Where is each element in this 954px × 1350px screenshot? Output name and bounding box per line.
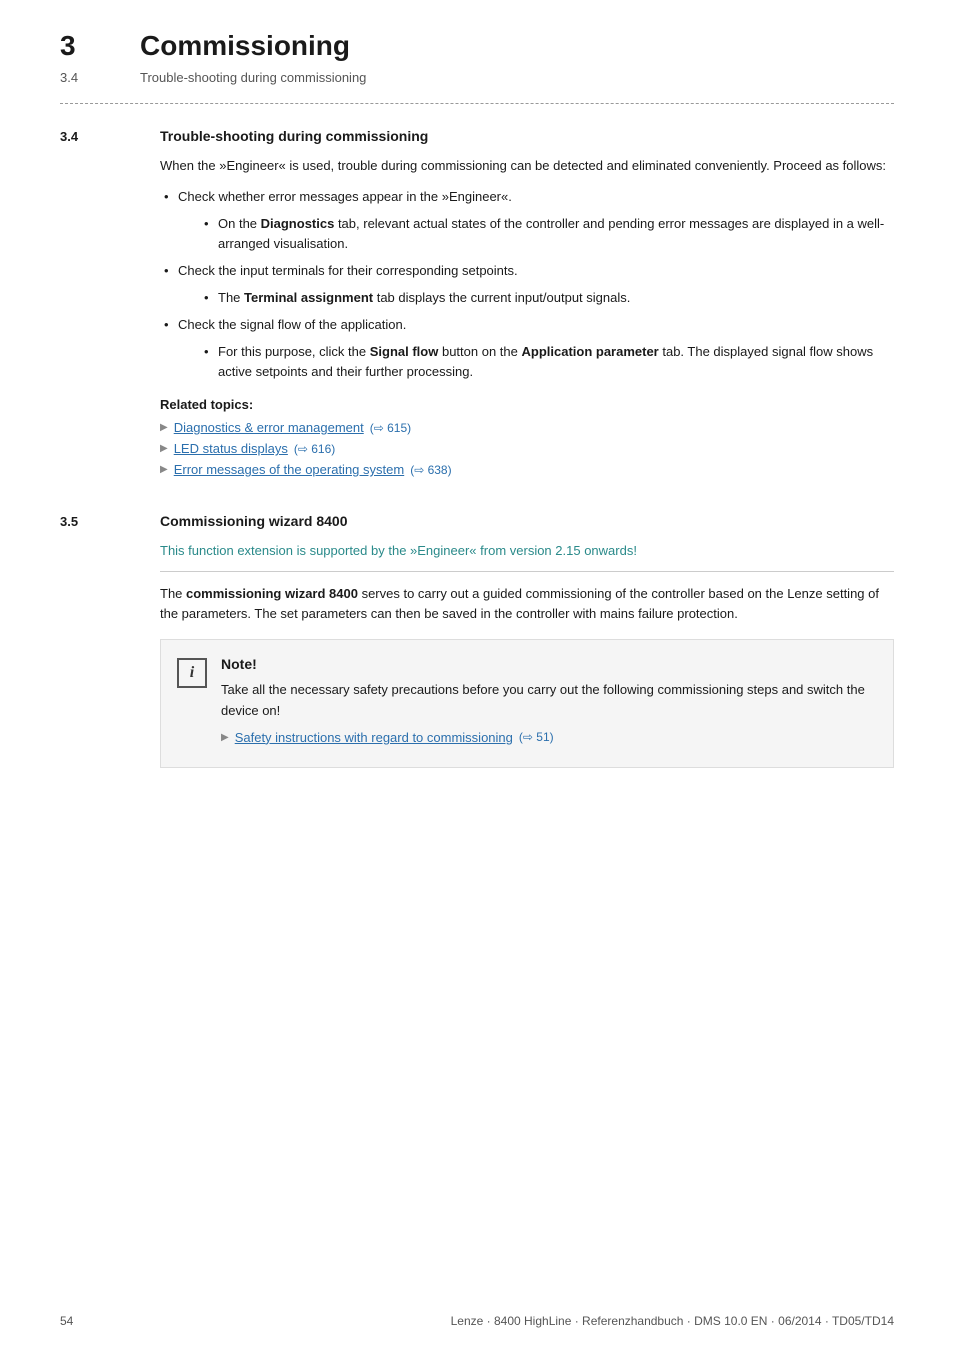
- sub-title-header: Trouble-shooting during commissioning: [140, 70, 366, 85]
- link-led-status[interactable]: LED status displays: [174, 441, 288, 456]
- bullet-3-text: Check the signal flow of the application…: [178, 317, 406, 332]
- sub-bullet-2-1-text: The Terminal assignment tab displays the…: [218, 290, 630, 305]
- info-box: i Note! Take all the necessary safety pr…: [160, 639, 894, 768]
- section-34: 3.4 Trouble-shooting during commissionin…: [60, 128, 894, 483]
- section-divider: [60, 103, 894, 104]
- chapter-title: Commissioning: [140, 30, 350, 62]
- info-icon: i: [177, 658, 207, 688]
- link-diagnostics-ref: (⇨ 615): [370, 421, 411, 435]
- sub-bullet-3-1: For this purpose, click the Signal flow …: [200, 342, 894, 384]
- bullet-3: Check the signal flow of the application…: [160, 315, 894, 383]
- section-34-heading: Trouble-shooting during commissioning: [160, 128, 894, 144]
- sub-list-2: The Terminal assignment tab displays the…: [200, 288, 894, 309]
- link-led-status-ref: (⇨ 616): [294, 442, 335, 456]
- page-number: 54: [60, 1314, 73, 1328]
- section-35-para: The commissioning wizard 8400 serves to …: [160, 584, 894, 626]
- bullet-1-text: Check whether error messages appear in t…: [178, 189, 512, 204]
- page-footer: 54 Lenze · 8400 HighLine · Referenzhandb…: [0, 1314, 954, 1328]
- related-link-2[interactable]: ▶ LED status displays (⇨ 616): [160, 441, 894, 456]
- section-34-number: 3.4: [60, 128, 160, 483]
- publication-info: Lenze · 8400 HighLine · Referenzhandbuch…: [451, 1314, 894, 1328]
- bullet-2-text: Check the input terminals for their corr…: [178, 263, 518, 278]
- bullet-2: Check the input terminals for their corr…: [160, 261, 894, 309]
- arrow-icon-3: ▶: [160, 464, 168, 475]
- section-34-content: Trouble-shooting during commissioning Wh…: [160, 128, 894, 483]
- related-topics-label: Related topics:: [160, 397, 894, 412]
- related-link-1[interactable]: ▶ Diagnostics & error management (⇨ 615): [160, 420, 894, 435]
- sub-header: 3.4 Trouble-shooting during commissionin…: [60, 70, 894, 85]
- section-34-intro: When the »Engineer« is used, trouble dur…: [160, 156, 894, 177]
- arrow-icon-note: ▶: [221, 732, 229, 743]
- sub-bullet-1-1: On the Diagnostics tab, relevant actual …: [200, 214, 894, 256]
- sub-number: 3.4: [60, 70, 110, 85]
- chapter-number: 3: [60, 30, 110, 62]
- bullet-list-main: Check whether error messages appear in t…: [160, 187, 894, 383]
- section-35-number: 3.5: [60, 513, 160, 768]
- link-diagnostics[interactable]: Diagnostics & error management: [174, 420, 364, 435]
- sub-bullet-1-1-text: On the Diagnostics tab, relevant actual …: [218, 216, 884, 252]
- sub-list-3: For this purpose, click the Signal flow …: [200, 342, 894, 384]
- info-heading: Note!: [221, 656, 873, 672]
- sub-bullet-2-1: The Terminal assignment tab displays the…: [200, 288, 894, 309]
- page-header: 3 Commissioning: [60, 30, 894, 62]
- link-safety[interactable]: Safety instructions with regard to commi…: [235, 730, 513, 745]
- info-icon-letter: i: [190, 664, 194, 682]
- link-error-messages-ref: (⇨ 638): [410, 463, 451, 477]
- sub-list-1: On the Diagnostics tab, relevant actual …: [200, 214, 894, 256]
- info-text: Take all the necessary safety precaution…: [221, 680, 873, 722]
- arrow-icon-2: ▶: [160, 443, 168, 454]
- info-content: Note! Take all the necessary safety prec…: [221, 656, 873, 751]
- note-link[interactable]: ▶ Safety instructions with regard to com…: [221, 730, 873, 745]
- teal-notice: This function extension is supported by …: [160, 541, 894, 572]
- bullet-1: Check whether error messages appear in t…: [160, 187, 894, 255]
- link-safety-ref: (⇨ 51): [519, 730, 554, 744]
- link-error-messages[interactable]: Error messages of the operating system: [174, 462, 405, 477]
- page: 3 Commissioning 3.4 Trouble-shooting dur…: [0, 0, 954, 1350]
- section-35-heading: Commissioning wizard 8400: [160, 513, 894, 529]
- section-35: 3.5 Commissioning wizard 8400 This funct…: [60, 513, 894, 768]
- section-35-content: Commissioning wizard 8400 This function …: [160, 513, 894, 768]
- arrow-icon-1: ▶: [160, 422, 168, 433]
- related-link-3[interactable]: ▶ Error messages of the operating system…: [160, 462, 894, 477]
- sub-bullet-3-1-text: For this purpose, click the Signal flow …: [218, 344, 873, 380]
